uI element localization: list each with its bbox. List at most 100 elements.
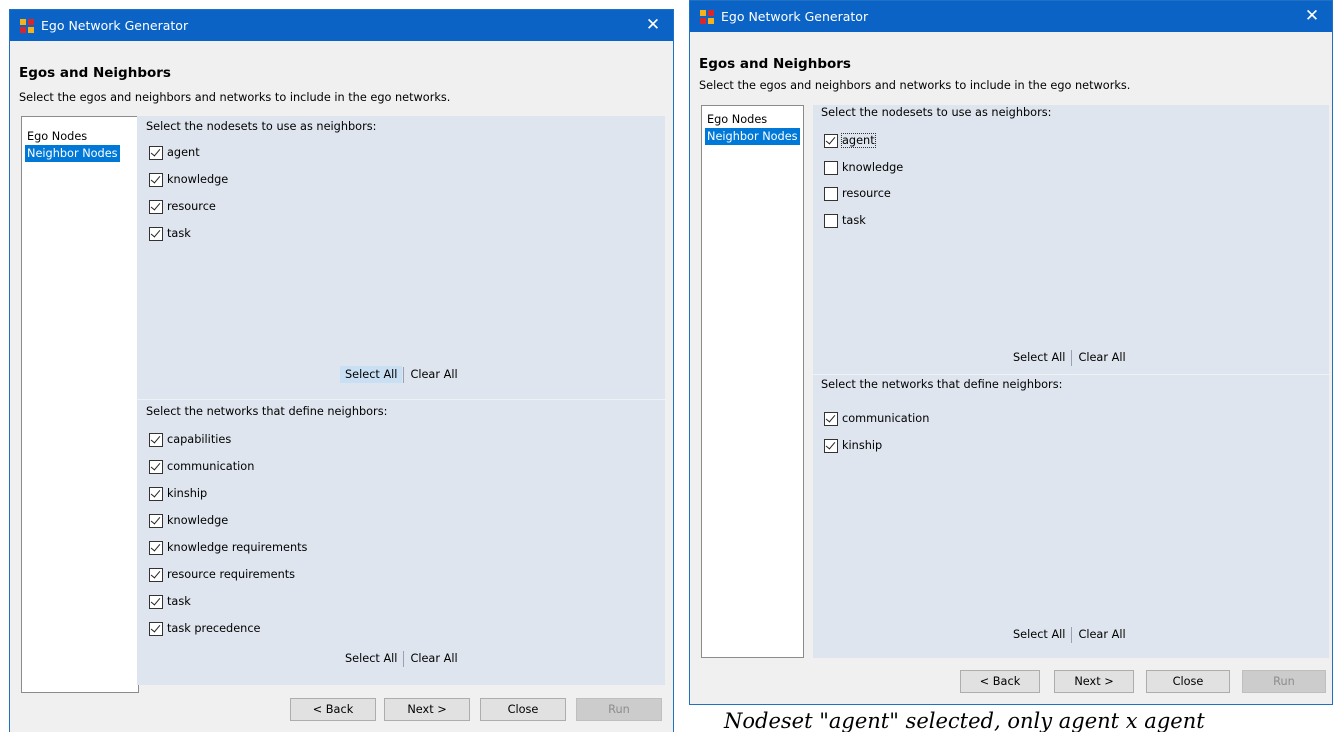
checkbox-icon (824, 160, 838, 175)
checkbox-label: kinship (167, 487, 208, 500)
networks-section-label: Select the networks that define neighbor… (821, 378, 1063, 391)
app-icon (700, 10, 714, 24)
checkbox-label: task (842, 214, 866, 227)
select-all-button[interactable]: Select All (1008, 349, 1070, 366)
next-button[interactable]: Next > (1054, 670, 1134, 693)
nav-list: Ego Nodes Neighbor Nodes (701, 105, 804, 658)
checkbox-label: agent (167, 146, 200, 159)
next-button[interactable]: Next > (384, 698, 470, 721)
checkbox-icon (149, 621, 163, 636)
checkbox-icon (824, 133, 838, 148)
close-icon[interactable]: ✕ (641, 13, 665, 37)
checkbox-nodeset-knowledge[interactable]: knowledge (824, 159, 903, 176)
checkbox-nodeset-resource[interactable]: resource (824, 185, 891, 202)
checkbox-icon (149, 594, 163, 609)
checkbox-icon (149, 540, 163, 555)
nodesets-panel: Select the nodesets to use as neighbors:… (137, 116, 665, 399)
left-dialog-window: Ego Network Generator ✕ Egos and Neighbo… (9, 9, 674, 732)
page-heading: Egos and Neighbors (699, 56, 851, 72)
separator (403, 366, 405, 383)
checkbox-nodeset-task[interactable]: task (824, 212, 866, 229)
checkbox-nodeset-agent[interactable]: agent (824, 132, 876, 149)
networks-select-controls: Select All Clear All (1008, 626, 1131, 643)
checkbox-network-kinship[interactable]: kinship (824, 437, 882, 454)
checkbox-icon (824, 213, 838, 228)
window-title: Ego Network Generator (721, 9, 869, 24)
checkbox-label: communication (842, 412, 930, 425)
checkbox-label: task precedence (167, 622, 261, 635)
checkbox-label: resource requirements (167, 568, 296, 581)
back-button[interactable]: < Back (290, 698, 376, 721)
select-all-button[interactable]: Select All (340, 650, 402, 667)
checkbox-label: task (167, 227, 191, 240)
checkbox-icon (149, 172, 163, 187)
close-icon[interactable]: ✕ (1300, 4, 1324, 28)
nav-item-neighbor-nodes[interactable]: Neighbor Nodes (25, 145, 120, 162)
checkbox-network-knowledge-requirements[interactable]: knowledge requirements (149, 539, 307, 556)
checkbox-network-communication[interactable]: communication (149, 458, 254, 475)
checkbox-icon (149, 513, 163, 528)
checkbox-nodeset-knowledge[interactable]: knowledge (149, 171, 228, 188)
checkbox-label: capabilities (167, 433, 232, 446)
checkbox-icon (824, 438, 838, 453)
checkbox-network-kinship[interactable]: kinship (149, 485, 207, 502)
nav-list: Ego Nodes Neighbor Nodes (21, 116, 139, 693)
separator (403, 650, 405, 667)
checkbox-nodeset-task[interactable]: task (149, 225, 191, 242)
nodesets-section-label: Select the nodesets to use as neighbors: (146, 120, 377, 133)
checkbox-nodeset-resource[interactable]: resource (149, 198, 216, 215)
checkbox-label: resource (842, 187, 891, 200)
clear-all-button[interactable]: Clear All (405, 366, 462, 383)
nav-item-ego-nodes[interactable]: Ego Nodes (705, 111, 769, 128)
checkbox-network-knowledge[interactable]: knowledge (149, 512, 228, 529)
checkbox-label: knowledge (167, 514, 229, 527)
select-all-button[interactable]: Select All (1008, 626, 1070, 643)
clear-all-button[interactable]: Clear All (1073, 349, 1130, 366)
checkbox-network-task[interactable]: task (149, 593, 191, 610)
app-icon (20, 19, 34, 33)
nodesets-select-controls: Select All Clear All (340, 366, 463, 383)
networks-panel: Select the networks that define neighbor… (137, 400, 665, 685)
window-title: Ego Network Generator (41, 18, 189, 33)
checkbox-network-communication[interactable]: communication (824, 410, 929, 427)
page-subheading: Select the egos and neighbors and networ… (19, 91, 451, 104)
networks-section-label: Select the networks that define neighbor… (146, 405, 388, 418)
page-heading: Egos and Neighbors (19, 65, 171, 81)
nav-item-ego-nodes[interactable]: Ego Nodes (25, 128, 89, 145)
clear-all-button[interactable]: Clear All (405, 650, 462, 667)
checkbox-icon (149, 486, 163, 501)
checkbox-network-task-precedence[interactable]: task precedence (149, 620, 261, 637)
title-bar[interactable]: Ego Network Generator ✕ (690, 1, 1332, 32)
select-all-button[interactable]: Select All (340, 366, 403, 383)
nav-item-neighbor-nodes[interactable]: Neighbor Nodes (705, 128, 800, 145)
checkbox-icon (149, 432, 163, 447)
checkbox-icon (149, 199, 163, 214)
checkbox-icon (824, 411, 838, 426)
checkbox-label: knowledge (842, 161, 904, 174)
separator (1071, 626, 1073, 643)
checkbox-network-capabilities[interactable]: capabilities (149, 431, 231, 448)
checkbox-icon (824, 186, 838, 201)
run-button: Run (1242, 670, 1326, 693)
checkbox-network-resource-requirements[interactable]: resource requirements (149, 566, 295, 583)
page-subheading: Select the egos and neighbors and networ… (699, 79, 1131, 92)
title-bar[interactable]: Ego Network Generator ✕ (10, 10, 673, 41)
separator (1071, 349, 1073, 366)
checkbox-label: knowledge (167, 173, 229, 186)
back-button[interactable]: < Back (960, 670, 1040, 693)
networks-panel: Select the networks that define neighbor… (813, 375, 1329, 658)
close-button[interactable]: Close (1146, 670, 1230, 693)
checkbox-label: communication (167, 460, 255, 473)
checkbox-label: kinship (842, 439, 883, 452)
checkbox-nodeset-agent[interactable]: agent (149, 144, 200, 161)
close-button[interactable]: Close (480, 698, 566, 721)
checkbox-label: resource (167, 200, 216, 213)
nodesets-select-controls: Select All Clear All (1008, 349, 1131, 366)
checkbox-icon (149, 226, 163, 241)
checkbox-label: knowledge requirements (167, 541, 308, 554)
run-button: Run (576, 698, 662, 721)
checkbox-icon (149, 459, 163, 474)
nodesets-section-label: Select the nodesets to use as neighbors: (821, 106, 1052, 119)
clear-all-button[interactable]: Clear All (1073, 626, 1130, 643)
nodesets-panel: Select the nodesets to use as neighbors:… (813, 105, 1329, 374)
